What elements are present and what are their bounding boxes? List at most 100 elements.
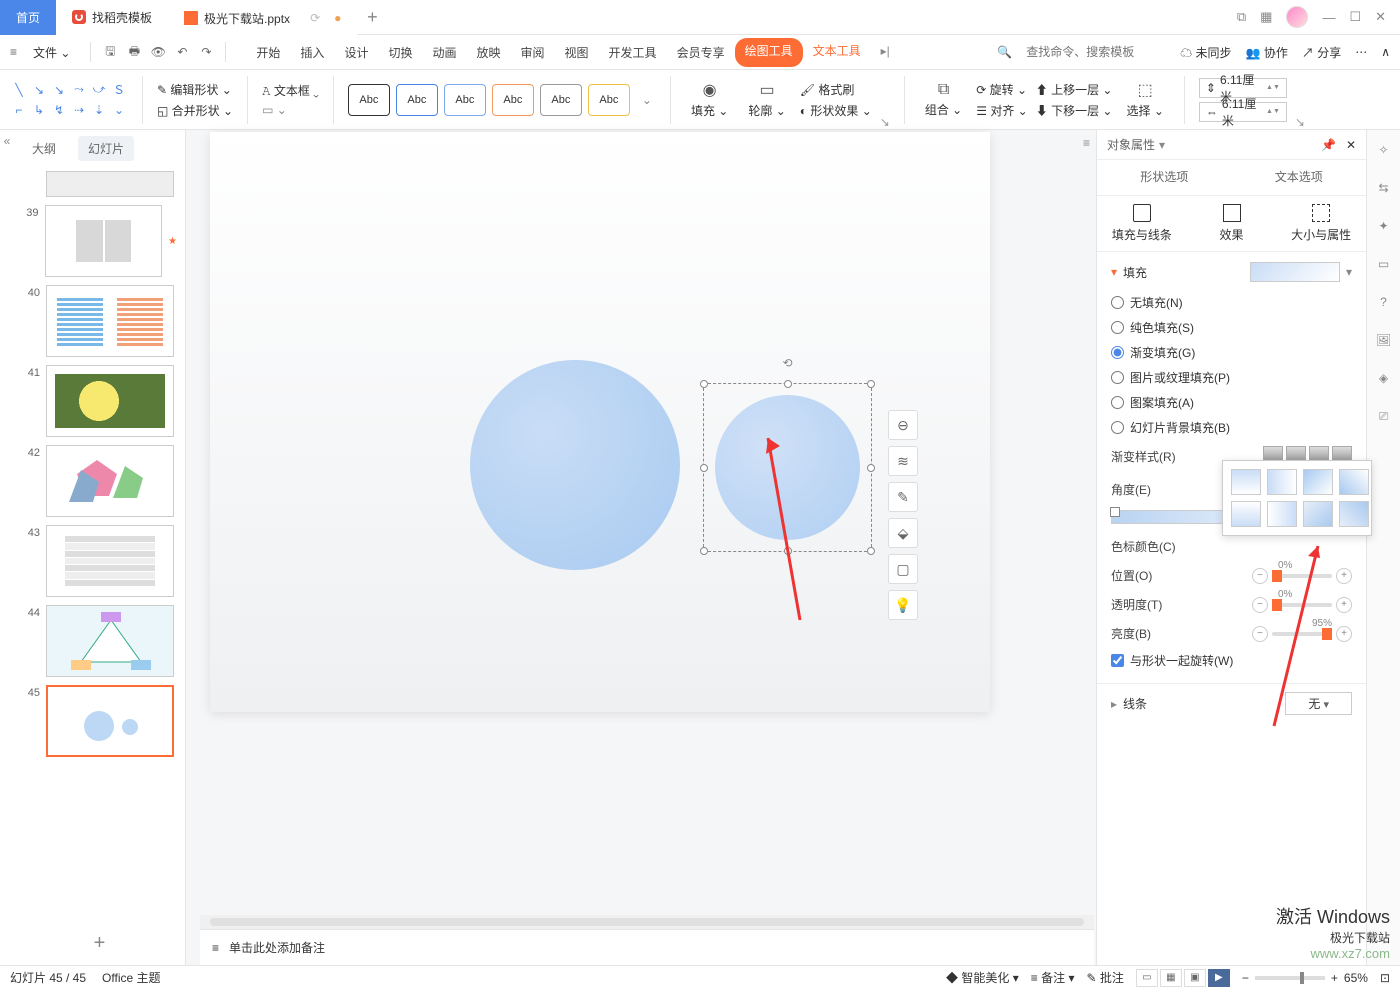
- tab-review[interactable]: 审阅: [511, 38, 555, 67]
- style-swatch[interactable]: Abc: [396, 84, 438, 116]
- side-tool-icon[interactable]: ⎚: [1374, 406, 1394, 426]
- side-tool-icon[interactable]: ⇆: [1374, 178, 1394, 198]
- align-button[interactable]: ☰ 对齐 ⌄: [976, 102, 1028, 119]
- undo-icon[interactable]: ↶: [173, 43, 191, 61]
- gradient-preset[interactable]: [1231, 469, 1261, 495]
- slide-thumb[interactable]: [46, 365, 174, 437]
- fill-button[interactable]: ◉填充 ⌄: [685, 78, 734, 121]
- search-input[interactable]: [1026, 45, 1166, 59]
- side-tool-icon[interactable]: ◈: [1374, 368, 1394, 388]
- shape-effects-button[interactable]: ◐ 形状效果 ⌄: [800, 102, 872, 119]
- gradient-preset[interactable]: [1231, 501, 1261, 527]
- effects-tab[interactable]: 效果: [1187, 196, 1277, 251]
- size-dialog-launcher[interactable]: ↘: [1295, 115, 1305, 129]
- zoom-value[interactable]: 65%: [1344, 971, 1368, 985]
- send-backward-button[interactable]: ⬇ 下移一层 ⌄: [1036, 102, 1113, 119]
- rotate-with-shape[interactable]: 与形状一起旋转(W): [1111, 648, 1352, 673]
- shape-circle-large[interactable]: [470, 360, 680, 570]
- fill-pattern[interactable]: 图案填充(A): [1111, 390, 1352, 415]
- size-props-tab[interactable]: 大小与属性: [1276, 196, 1366, 251]
- thumbnails[interactable]: 39★ 40 41 42 43 44 45: [14, 167, 185, 922]
- maximize-button[interactable]: ☐: [1349, 9, 1361, 25]
- merge-shape-button[interactable]: ◱ 合并形状 ⌄: [157, 102, 233, 119]
- avatar[interactable]: [1286, 6, 1308, 28]
- zoom-in[interactable]: +: [1331, 971, 1338, 985]
- collapse-panel-button[interactable]: «: [0, 130, 14, 965]
- dec-button[interactable]: −: [1252, 568, 1268, 584]
- normal-view[interactable]: ▭: [1136, 969, 1158, 987]
- slide-thumb[interactable]: [46, 445, 174, 517]
- beautify-button[interactable]: ◆ 智能美化 ▾: [946, 969, 1019, 986]
- sync-status[interactable]: ☁ 未同步: [1180, 44, 1231, 61]
- fill-line-tab[interactable]: 填充与线条: [1097, 196, 1187, 251]
- gradient-preset[interactable]: [1267, 469, 1297, 495]
- layout-icon[interactable]: ⧉: [1237, 9, 1246, 25]
- select-button[interactable]: ⬚选择 ⌄: [1120, 78, 1169, 121]
- slide-thumb[interactable]: [46, 605, 174, 677]
- reading-view[interactable]: ▣: [1184, 969, 1206, 987]
- group-button[interactable]: ⧉组合 ⌄: [919, 79, 968, 120]
- bring-forward-button[interactable]: ⬆ 上移一层 ⌄: [1036, 81, 1113, 98]
- preview-icon[interactable]: 👁: [149, 43, 167, 61]
- gradient-preset[interactable]: [1267, 501, 1297, 527]
- slide-thumb[interactable]: [45, 205, 163, 277]
- close-panel-icon[interactable]: ✕: [1346, 138, 1356, 152]
- slideshow-button[interactable]: ▶: [1208, 969, 1230, 987]
- eyedropper-icon[interactable]: ✎: [888, 482, 918, 512]
- edit-shape-button[interactable]: ✎ 编辑形状 ⌄: [157, 81, 233, 98]
- layers-tool-icon[interactable]: ≋: [888, 446, 918, 476]
- print-icon[interactable]: 🖶: [125, 43, 143, 61]
- style-swatch[interactable]: Abc: [444, 84, 486, 116]
- tab-dev[interactable]: 开发工具: [599, 38, 667, 67]
- line-select[interactable]: 无 ▾: [1285, 692, 1352, 715]
- format-dialog-launcher[interactable]: ↘: [880, 115, 890, 129]
- side-tool-icon[interactable]: 🖼: [1374, 330, 1394, 350]
- sorter-view[interactable]: ▦: [1160, 969, 1182, 987]
- add-tab-button[interactable]: +: [357, 7, 387, 28]
- apps-icon[interactable]: ▦: [1260, 9, 1272, 25]
- tab-member[interactable]: 会员专享: [667, 38, 735, 67]
- tab-insert[interactable]: 插入: [290, 38, 334, 67]
- rotation-handle[interactable]: ⟲: [782, 356, 792, 370]
- width-input[interactable]: ⇔ 6.11厘米▲▼: [1199, 102, 1287, 122]
- fill-solid[interactable]: 纯色填充(S): [1111, 315, 1352, 340]
- line-shapes-gallery[interactable]: ╲↘↘⤳⤻Ｓ ⌐↳↯⇢⇣⌄: [10, 81, 128, 119]
- inc-button[interactable]: +: [1336, 568, 1352, 584]
- fill-header[interactable]: ▾填充 ▾: [1111, 262, 1352, 282]
- fill-tool-icon[interactable]: ⬙: [888, 518, 918, 548]
- collapse-ribbon[interactable]: ∧: [1381, 45, 1390, 59]
- side-tool-icon[interactable]: ✧: [1374, 140, 1394, 160]
- fill-preview[interactable]: [1250, 262, 1340, 282]
- style-gallery-more[interactable]: ⌄: [638, 93, 656, 107]
- side-tool-icon[interactable]: ?: [1374, 292, 1394, 312]
- tab-text-tools[interactable]: 文本工具: [803, 38, 871, 67]
- tab-start[interactable]: 开始: [246, 38, 290, 67]
- fill-picture[interactable]: 图片或纹理填充(P): [1111, 365, 1352, 390]
- add-slide-button[interactable]: +: [14, 922, 185, 965]
- side-tool-icon[interactable]: ✦: [1374, 216, 1394, 236]
- close-button[interactable]: ✕: [1375, 9, 1386, 25]
- line-section[interactable]: ▸线条 无 ▾: [1097, 683, 1366, 723]
- style-swatch[interactable]: Abc: [588, 84, 630, 116]
- file-menu[interactable]: 文件 ⌄: [23, 41, 80, 64]
- inc-button[interactable]: +: [1336, 597, 1352, 613]
- outline-button[interactable]: ▭轮廓 ⌄: [742, 78, 791, 121]
- comments-toggle[interactable]: ✎ 批注: [1086, 969, 1123, 986]
- shape-options-tab[interactable]: 形状选项: [1097, 160, 1232, 195]
- gradient-preset[interactable]: [1303, 501, 1333, 527]
- zoom-tool-icon[interactable]: ⊖: [888, 410, 918, 440]
- slide-thumb[interactable]: [46, 525, 174, 597]
- tab-view[interactable]: 视图: [555, 38, 599, 67]
- save-icon[interactable]: 🖫: [101, 43, 119, 61]
- tab-transition[interactable]: 切换: [378, 38, 422, 67]
- dec-button[interactable]: −: [1252, 597, 1268, 613]
- shape-style-gallery[interactable]: Abc Abc Abc Abc Abc Abc: [348, 84, 630, 116]
- tab-drawing-tools[interactable]: 绘图工具: [735, 38, 803, 67]
- text-options-tab[interactable]: 文本选项: [1232, 160, 1367, 195]
- zoom-control[interactable]: − + 65%: [1242, 971, 1368, 985]
- inc-button[interactable]: +: [1336, 626, 1352, 642]
- fill-none[interactable]: 无填充(N): [1111, 290, 1352, 315]
- side-tool-icon[interactable]: ▭: [1374, 254, 1394, 274]
- horizontal-scrollbar[interactable]: [200, 915, 1094, 929]
- redo-icon[interactable]: ↷: [197, 43, 215, 61]
